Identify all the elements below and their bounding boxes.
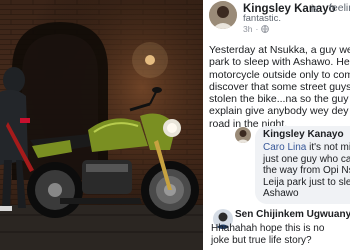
comment: Kingsley Kanayo Caro Lina it's not mine … — [203, 126, 350, 206]
comment-bubble: Kingsley Kanayo Caro Lina it's not mine … — [255, 126, 350, 204]
globe-icon — [261, 25, 270, 33]
post-line: Yesterday at Nsukka, a guy went to — [209, 44, 350, 56]
comment-line: Hhahahah hope this is no — [211, 223, 325, 234]
status-feeling-text: fantastic. — [243, 13, 282, 24]
post-line: stolen the bike...na so the guy con — [209, 93, 350, 106]
author-avatar[interactable] — [209, 1, 237, 29]
status-is: is — [311, 3, 319, 15]
comment-text: Caro Lina it's not mine just one guy who… — [263, 142, 350, 200]
comment-text: Hhahahah hope this is no joke but true l… — [211, 223, 324, 246]
motorcycle-photo — [0, 0, 203, 250]
comment-line: Ashawo — [263, 188, 299, 200]
comment-mention[interactable]: Caro Lina — [263, 142, 306, 153]
post-line: explain give anybody wey dey pas — [209, 105, 350, 118]
comment-line: the way from Opi Nsu — [263, 165, 350, 177]
post-time[interactable]: 3h — [243, 24, 252, 34]
comment-author[interactable]: Sen Chijinkem Ugwuanyi — [235, 209, 350, 220]
post-line: park to sleep with Ashawo. He left — [209, 56, 350, 69]
facebook-post: Kingsley Kanayo is feelin fantastic. 3h … — [203, 0, 350, 250]
post-line: discover that some street guys ha — [209, 80, 350, 93]
post-header: Kingsley Kanayo is feelin fantastic. 3h … — [203, 0, 350, 36]
comment-avatar[interactable] — [235, 127, 251, 143]
comment-line: just one guy who cam — [263, 153, 350, 165]
comment-line: Leija park just to slee — [263, 176, 350, 188]
comment-text-first: it's not mine — [309, 142, 350, 153]
post-meta: 3h · — [243, 24, 270, 34]
comment: Sen Chijinkem Ugwuanyi Hhahahah hope thi… — [203, 206, 350, 250]
comment-line: joke but true life story? — [211, 234, 312, 246]
status-feeling: feelin — [329, 2, 350, 14]
post-photo[interactable] — [0, 0, 203, 250]
avatar-icon — [235, 127, 251, 143]
comment-author[interactable]: Kingsley Kanayo — [263, 129, 350, 140]
avatar-icon — [209, 1, 237, 29]
post-body: Yesterday at Nsukka, a guy went to park … — [209, 44, 350, 130]
comment-bubble: Sen Chijinkem Ugwuanyi Hhahahah hope thi… — [207, 206, 350, 248]
post-line: motorcycle outside only to come — [209, 68, 350, 81]
